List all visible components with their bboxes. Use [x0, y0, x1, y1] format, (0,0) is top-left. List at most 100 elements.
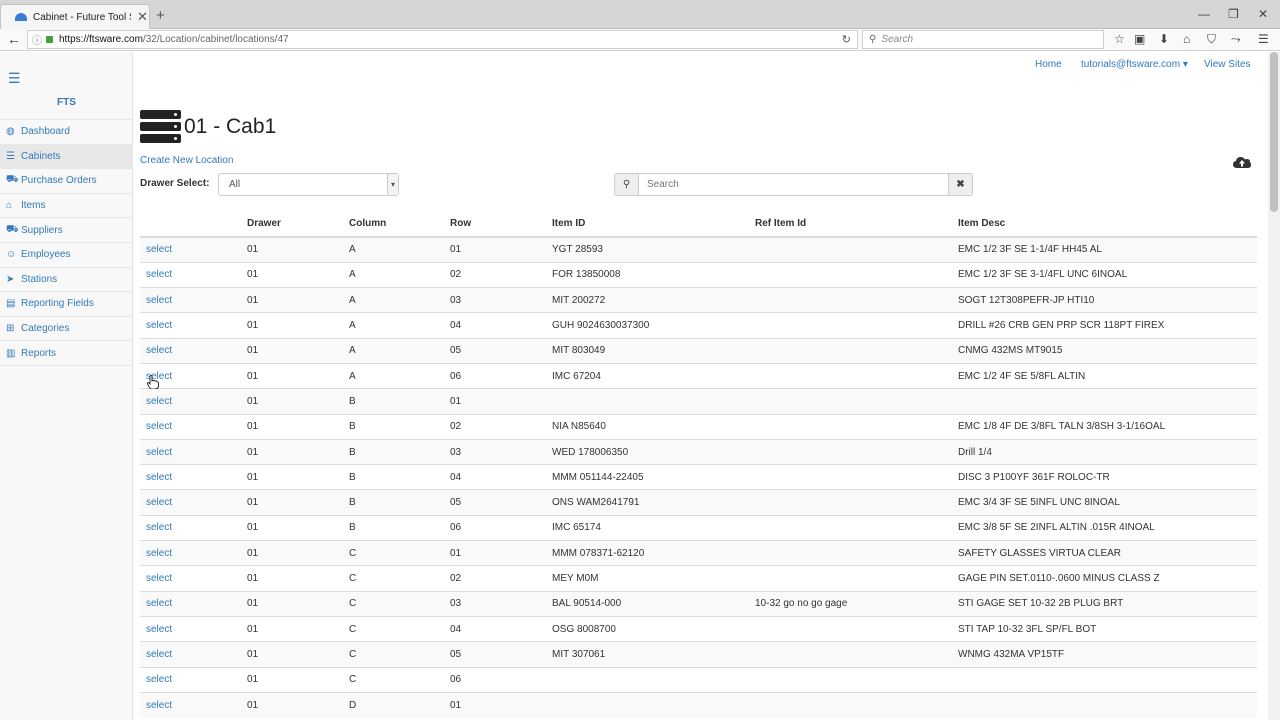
browser-tab[interactable]: Cabinet - Future Tool Syst... ✕ [0, 4, 150, 29]
cell-row: 04 [444, 312, 546, 339]
page-scrollbar[interactable] [1268, 52, 1280, 720]
cell-item-id: ONS WAM2641791 [546, 489, 749, 516]
select-link[interactable]: select [140, 388, 241, 415]
select-link[interactable]: select [140, 464, 241, 490]
cell-ref-item-id [749, 287, 952, 313]
home-link[interactable]: Home [1035, 59, 1062, 70]
select-link[interactable]: select [140, 641, 241, 668]
cell-drawer: 01 [241, 615, 343, 642]
cell-column: A [343, 362, 444, 389]
cell-row: 06 [444, 362, 546, 389]
new-tab-icon[interactable]: + [156, 7, 165, 24]
cell-column: B [343, 413, 444, 440]
view-sites-link[interactable]: View Sites [1204, 59, 1251, 70]
select-link[interactable]: select [140, 489, 241, 516]
select-link[interactable]: select [140, 565, 241, 592]
header-column[interactable]: Column [343, 210, 444, 238]
sidebar-item-reporting-fields[interactable]: ▤ Reporting Fields [0, 292, 133, 317]
download-icon[interactable]: ⬇ [1159, 32, 1169, 46]
select-link[interactable]: select [140, 413, 241, 440]
bookmark-star-icon[interactable]: ☆ [1114, 32, 1125, 46]
cell-row: 04 [444, 615, 546, 642]
cell-drawer: 01 [241, 590, 343, 617]
back-arrow-icon[interactable]: ← [7, 31, 21, 47]
browser-menu-icon[interactable]: ☰ [1258, 32, 1269, 46]
select-link[interactable]: select [140, 514, 241, 541]
cell-item-desc: SOGT 12T308PEFR-JP HTI10 [952, 287, 1257, 313]
address-bar[interactable]: ⓘ https://ftsware.com/32/Location/cabine… [27, 30, 858, 49]
header-drawer[interactable]: Drawer [241, 210, 343, 238]
sidebar-item-purchase-orders[interactable]: ⛟ Purchase Orders [0, 169, 133, 194]
select-link[interactable]: select [140, 261, 241, 288]
cell-row: 02 [444, 413, 546, 440]
reading-list-icon[interactable]: ▣ [1134, 32, 1145, 46]
select-link[interactable]: select [140, 337, 241, 364]
select-link[interactable]: select [140, 590, 241, 617]
location-arrow-icon: ➤ [6, 273, 15, 285]
sidebar-item-label: Purchase Orders [21, 175, 97, 187]
header-ref-item-id[interactable]: Ref Item Id [749, 210, 952, 238]
sidebar-menu: ◍ Dashboard ☰ Cabinets ⛟ Purchase Orders ⌂ Item… [0, 119, 133, 366]
url-text: https://ftsware.com/32/Location/cabinet/… [59, 34, 289, 45]
cell-ref-item-id [749, 615, 952, 642]
cell-row: 04 [444, 464, 546, 490]
sidebar-item-categories[interactable]: ⊞ Categories [0, 317, 133, 342]
select-link[interactable]: select [140, 287, 241, 313]
cell-ref-item-id [749, 413, 952, 440]
cell-row: 01 [444, 540, 546, 566]
sidebar-item-cabinets[interactable]: ☰ Cabinets [0, 144, 133, 170]
select-link[interactable]: select [140, 666, 241, 693]
cell-ref-item-id [749, 540, 952, 566]
user-dropdown[interactable]: tutorials@ftsware.com ▾ [1081, 59, 1188, 70]
window-close-icon[interactable]: ✕ [1258, 7, 1268, 21]
select-link[interactable]: select [140, 236, 241, 263]
pocket-icon[interactable]: ⛉ [1207, 32, 1216, 47]
sidebar-item-label: Cabinets [21, 150, 61, 162]
select-link[interactable]: select [140, 691, 241, 718]
create-new-location-link[interactable]: Create New Location [140, 155, 233, 166]
drawer-select[interactable]: All ▾ [218, 173, 399, 196]
select-link[interactable]: select [140, 615, 241, 642]
restore-icon[interactable]: ❐ [1228, 7, 1239, 21]
cell-column: B [343, 388, 444, 415]
sidebar-item-stations[interactable]: ➤ Stations [0, 268, 133, 293]
cell-row: 01 [444, 236, 546, 263]
truck-icon: ⛟ [6, 223, 19, 235]
table-row: select 01 D 01 [140, 691, 1257, 718]
browser-search-box[interactable]: ⚲ Search [862, 30, 1104, 49]
close-tab-icon[interactable]: ✕ [137, 9, 148, 25]
browser-tab-title: Cabinet - Future Tool Syst... [33, 11, 131, 23]
sidebar-item-reports[interactable]: ▥ Reports [0, 341, 133, 366]
hamburger-menu-icon[interactable]: ☰ [8, 70, 21, 87]
reload-icon[interactable]: ↻ [842, 33, 851, 46]
cloud-upload-icon[interactable] [1233, 156, 1251, 168]
table-row: select 01 C 01 MMM 078371-62120 SAFETY GLASSE… [140, 540, 1257, 566]
table-row: select 01 C 05 MIT 307061 WNMG 432MA VP15TF [140, 641, 1257, 668]
sidebar-item-items[interactable]: ⌂ Items [0, 194, 133, 219]
select-link[interactable]: select [140, 438, 241, 465]
cell-ref-item-id [749, 464, 952, 490]
cell-item-id: FOR 13850008 [546, 261, 749, 288]
scrollbar-thumb[interactable] [1270, 52, 1278, 212]
cell-item-id: GUH 9024630037300 [546, 312, 749, 339]
minimize-icon[interactable]: — [1198, 7, 1210, 21]
header-item-desc[interactable]: Item Desc [952, 210, 1257, 238]
cell-item-desc [952, 691, 1257, 718]
cell-item-desc: WNMG 432MA VP15TF [952, 641, 1257, 668]
cell-item-id [546, 666, 749, 693]
table-search-input[interactable] [639, 173, 949, 196]
cell-ref-item-id [749, 438, 952, 465]
select-link[interactable]: select [140, 312, 241, 339]
header-item-id[interactable]: Item ID [546, 210, 749, 238]
header-row[interactable]: Row [444, 210, 546, 238]
sidebar-item-employees[interactable]: ☺ Employees [0, 243, 133, 268]
sidebar-item-dashboard[interactable]: ◍ Dashboard [0, 120, 133, 145]
sitemap-icon: ⊞ [6, 323, 15, 335]
sidebar-item-suppliers[interactable]: ⛟ Suppliers [0, 218, 133, 243]
chevron-down-icon: ▾ [387, 174, 398, 195]
cell-row: 03 [444, 287, 546, 313]
home-icon[interactable]: ⌂ [1183, 32, 1190, 46]
extension-icon[interactable]: ⤳ [1231, 32, 1241, 47]
clear-search-icon[interactable]: ✖ [949, 173, 973, 196]
select-link[interactable]: select [140, 540, 241, 566]
